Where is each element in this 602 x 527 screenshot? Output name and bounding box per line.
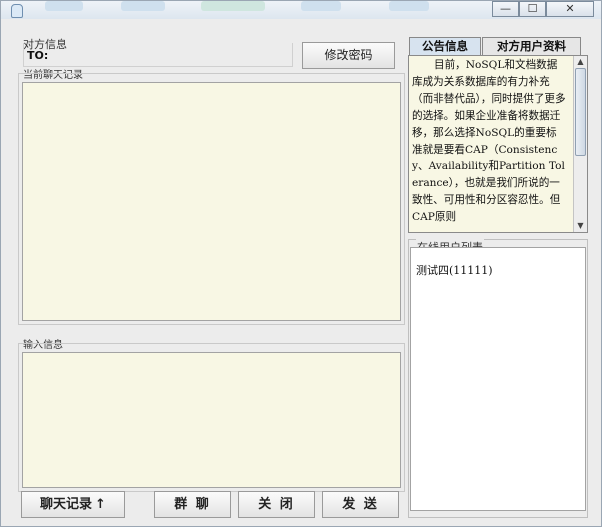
title-blur [121,1,165,11]
scroll-down-icon[interactable]: ▼ [574,220,587,232]
message-input[interactable] [22,352,401,488]
close-icon: ✕ [565,2,575,15]
title-blur [301,1,341,11]
title-blur [389,1,429,11]
send-button[interactable]: 发 送 [322,491,399,518]
chat-history-button-label: 聊天记录 [40,497,93,512]
close-window-button[interactable]: ✕ [546,1,594,17]
contact-info-box [23,43,293,67]
list-item[interactable]: 测试四(11111) [416,262,493,278]
tab-notice[interactable]: 公告信息 [409,37,481,55]
minimize-button[interactable]: — [492,1,519,17]
online-users-list[interactable]: 测试四(11111) [410,247,586,511]
chat-history-button[interactable]: 聊天记录 ↑ [21,491,125,518]
tab-user-profile[interactable]: 对方用户资料 [482,37,581,55]
maximize-button[interactable]: ☐ [519,1,546,17]
title-bar[interactable]: — ☐ ✕ [1,1,601,19]
group-chat-button[interactable]: 群 聊 [154,491,231,518]
chat-history-area[interactable] [22,82,401,321]
title-blur [45,1,83,11]
chat-window: — ☐ ✕ 对方信息 TO: 修改密码 当前聊天记录 输入信息 聊天记录 ↑ 群 … [0,0,602,527]
arrow-up-icon: ↑ [95,497,106,512]
maximize-icon: ☐ [527,2,538,15]
notice-text: 目前，NoSQL和文档数据库成为关系数据库的有力补充（而非替代品），同时提供了更… [412,59,566,224]
notice-panel: 目前，NoSQL和文档数据库成为关系数据库的有力补充（而非替代品），同时提供了更… [408,55,588,233]
title-blur [201,1,265,11]
app-icon [11,4,23,18]
scroll-up-icon[interactable]: ▲ [574,56,587,68]
change-password-button[interactable]: 修改密码 [302,42,395,69]
minimize-icon: — [500,2,511,15]
close-button[interactable]: 关 闭 [238,491,315,518]
scroll-thumb[interactable] [575,68,586,156]
notice-scrollbar[interactable]: ▲ ▼ [573,56,587,232]
